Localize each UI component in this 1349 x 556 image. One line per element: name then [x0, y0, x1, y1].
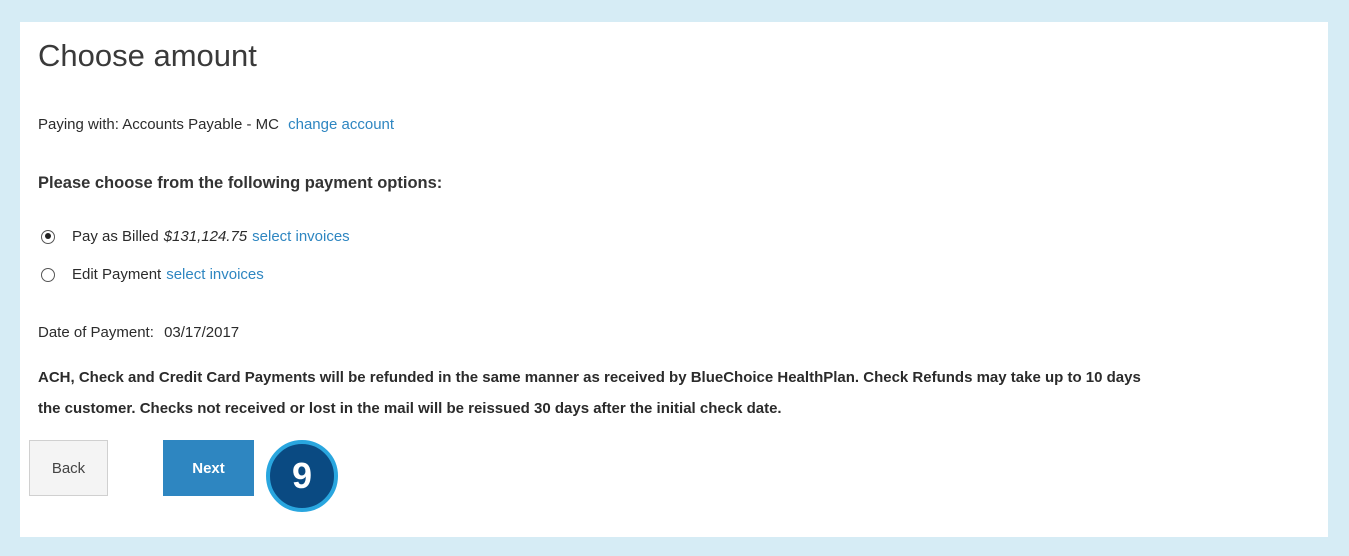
next-button[interactable]: Next: [163, 440, 254, 496]
options-heading: Please choose from the following payment…: [38, 174, 443, 192]
page-title: Choose amount: [38, 38, 257, 73]
date-value: 03/17/2017: [164, 324, 240, 341]
billed-amount: $131,124.75: [163, 228, 248, 245]
paying-with-label: Paying with: Accounts Payable - MC: [38, 116, 279, 133]
pay-as-billed-radio[interactable]: [41, 229, 55, 244]
step-number-badge: 9: [266, 440, 338, 512]
date-of-payment-row: Date of Payment: 03/17/2017: [38, 324, 239, 341]
back-button[interactable]: Back: [29, 440, 108, 496]
edit-payment-select-invoices-link[interactable]: select invoices: [166, 266, 264, 283]
edit-payment-label: Edit Payment: [72, 266, 162, 283]
pay-as-billed-label: Pay as Billed: [72, 228, 159, 245]
refund-notice-line-2: the customer. Checks not received or los…: [38, 400, 782, 417]
change-account-link[interactable]: change account: [288, 116, 394, 133]
choose-amount-panel: Choose amount Paying with: Accounts Paya…: [20, 22, 1328, 537]
refund-notice: ACH, Check and Credit Card Payments will…: [38, 362, 1328, 424]
option-edit-payment[interactable]: Edit Payment select invoices: [38, 266, 264, 283]
pay-as-billed-select-invoices-link[interactable]: select invoices: [252, 228, 350, 245]
paying-with-row: Paying with: Accounts Payable - MC chang…: [38, 116, 394, 133]
refund-notice-line-1: ACH, Check and Credit Card Payments will…: [38, 369, 1141, 386]
edit-payment-radio[interactable]: [41, 267, 55, 282]
date-label: Date of Payment:: [38, 324, 154, 341]
option-pay-as-billed[interactable]: Pay as Billed $131,124.75 select invoice…: [38, 228, 350, 245]
